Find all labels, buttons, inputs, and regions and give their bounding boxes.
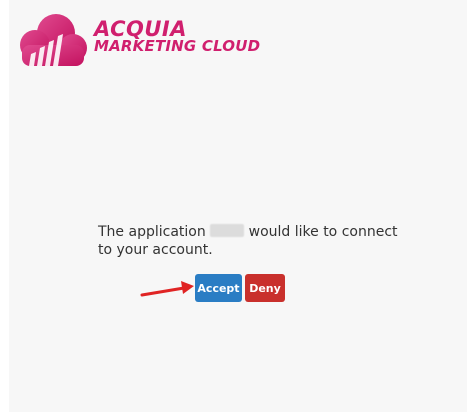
authorization-page: ACQUIA MARKETING CLOUD The application w… [9,0,467,412]
brand-subtitle: MARKETING CLOUD [94,37,261,55]
acquia-cloud-logo-icon [20,14,87,66]
message-prefix: The application [98,224,206,240]
deny-button[interactable]: Deny [245,274,285,302]
annotation-arrow-icon [140,281,194,297]
redacted-app-name [210,224,245,237]
authorization-message: The application would like to connect to… [98,223,398,259]
accept-button[interactable]: Accept [195,274,242,302]
